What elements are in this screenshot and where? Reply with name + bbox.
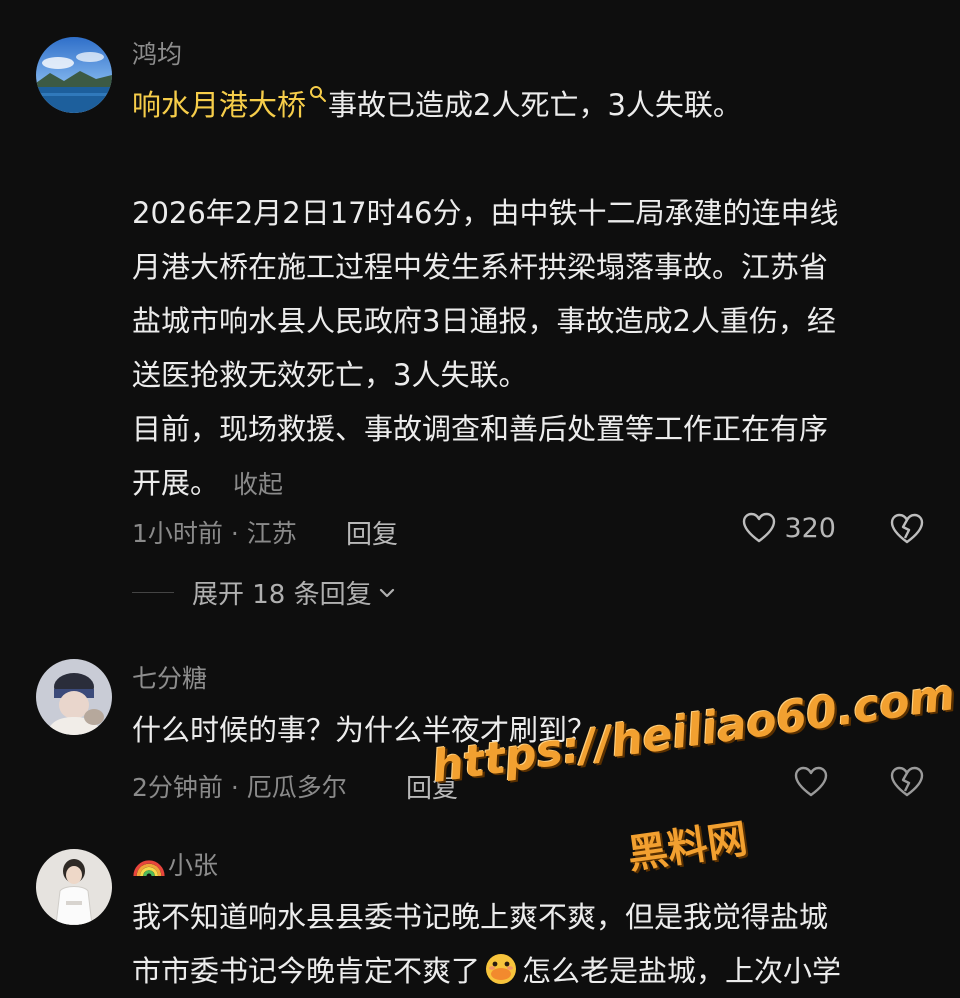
reply-button[interactable]: 回复 — [406, 768, 458, 805]
heart-icon — [743, 512, 776, 543]
heart-icon — [794, 766, 828, 797]
comment-meta: 1小时前 · 江苏 — [132, 519, 297, 548]
user-avatar[interactable] — [36, 37, 112, 113]
like-count: 320 — [784, 512, 836, 544]
collapse-button[interactable]: 收起 — [233, 470, 283, 499]
divider — [132, 592, 174, 593]
duck-emoji-icon — [486, 954, 517, 984]
dislike-button[interactable] — [890, 513, 924, 549]
rainbow-emoji-icon — [133, 860, 165, 877]
like-button[interactable]: 320 — [742, 512, 836, 544]
reply-button[interactable]: 回复 — [346, 514, 398, 551]
like-button[interactable] — [794, 766, 836, 798]
comment-line: 送医抢救无效死亡，3人失联。 — [132, 358, 528, 392]
comment-text: 我不知道响水县县委书记晚上爽不爽，但是我觉得盐城 市市委书记今晚肯定不爽了 怎么老… — [132, 900, 842, 988]
username[interactable]: 小张 — [132, 850, 218, 878]
user-avatar[interactable] — [36, 659, 112, 735]
broken-heart-icon — [890, 766, 924, 797]
search-link[interactable]: 响水月港大桥 — [132, 86, 328, 122]
dislike-button[interactable] — [890, 766, 924, 802]
comment-line: 盐城市响水县人民政府3日通报，事故造成2人重伤，经 — [132, 304, 836, 338]
comment-text: 什么时候的事？为什么半夜才刷到？ — [132, 713, 597, 747]
username[interactable]: 七分糖 — [132, 666, 207, 691]
chevron-down-icon — [379, 588, 394, 597]
search-icon — [310, 86, 327, 102]
comment-text: 响水月港大桥 事故已造成2人死亡，3人失联。 2026年2月2日17时46分，由中… — [132, 78, 922, 510]
expand-replies-button[interactable]: 展开 18 条回复 — [132, 574, 398, 611]
comment-meta: 2分钟前 · 厄瓜多尔 — [132, 773, 347, 802]
user-avatar[interactable] — [36, 849, 112, 925]
comment-line: 月港大桥在施工过程中发生系杆拱梁塌落事故。江苏省 — [132, 250, 829, 284]
comment-line: 开展。 — [132, 466, 220, 500]
broken-heart-icon — [890, 513, 924, 544]
username[interactable]: 鸿均 — [132, 42, 182, 67]
comment-line: 目前，现场救援、事故调查和善后处置等工作正在有序 — [132, 412, 829, 446]
comment-line: 2026年2月2日17时46分，由中铁十二局承建的连申线 — [132, 196, 839, 230]
watermark: https://heiliao60.com 黑料网 — [429, 669, 958, 878]
